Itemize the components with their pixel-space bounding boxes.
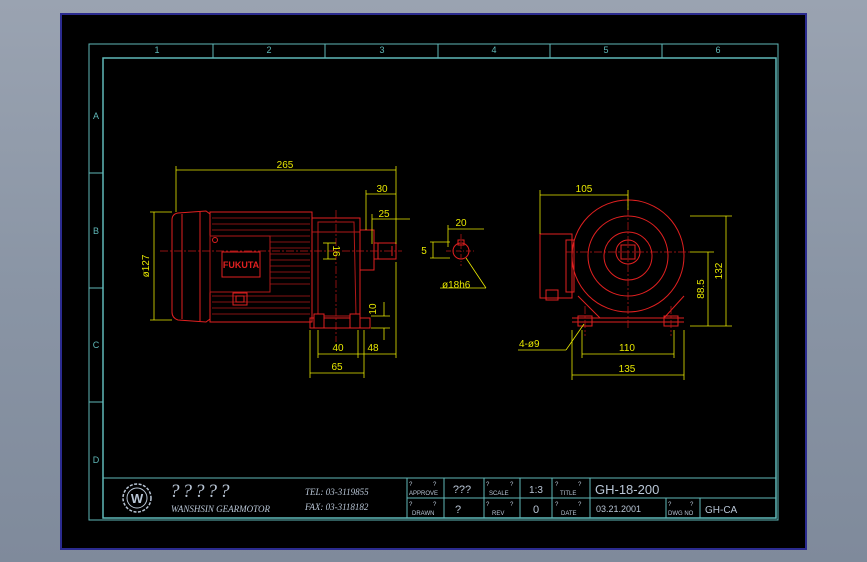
logo-letter: W <box>131 491 144 506</box>
dim-holes: 4-ø9 <box>519 339 540 350</box>
date-label: DATE <box>561 511 577 517</box>
scale-label: SCALE <box>489 491 509 497</box>
grid-col-2: 2 <box>266 45 271 55</box>
grid-row-c: C <box>93 340 100 350</box>
company-fax: FAX: 03-3118182 <box>304 502 369 512</box>
dwg-value: GH-CA <box>705 505 738 516</box>
rev-label: REV <box>492 511 504 517</box>
company-tel: TEL: 03-3119855 <box>305 487 369 497</box>
dim-10: 10 <box>368 303 379 315</box>
brand-label: FUKUTA <box>223 260 260 270</box>
approve-label: APPROVE <box>409 491 438 497</box>
dim-265: 265 <box>277 160 294 171</box>
date-value: 03.21.2001 <box>596 504 641 514</box>
dim-105: 105 <box>576 184 593 195</box>
dim-5: 5 <box>421 246 427 257</box>
dim-20: 20 <box>455 218 467 229</box>
scale-value: 1:3 <box>529 485 543 496</box>
grid-row-a: A <box>93 111 99 121</box>
dwg-label: DWG NO <box>668 511 694 517</box>
dim-110: 110 <box>619 343 635 354</box>
dim-16: 16 <box>330 245 341 257</box>
dim-dia-18h6: ø18h6 <box>442 280 471 291</box>
rev-value: 0 <box>533 504 539 516</box>
dim-65: 65 <box>331 362 343 373</box>
dim-132: 132 <box>714 262 725 279</box>
dim-40: 40 <box>332 343 344 354</box>
dim-48: 48 <box>367 343 379 354</box>
grid-col-1: 1 <box>154 45 159 55</box>
grid-col-4: 4 <box>491 45 496 55</box>
grid-col-5: 5 <box>603 45 608 55</box>
dim-dia-127: ø127 <box>141 254 152 277</box>
dim-25: 25 <box>378 209 390 220</box>
drawing-viewport: 1 2 3 4 5 6 A B C D FUKUTA 265 30 25 ø12… <box>60 13 807 550</box>
grid-col-3: 3 <box>379 45 384 55</box>
dim-135: 135 <box>619 364 636 375</box>
dim-30: 30 <box>376 184 388 195</box>
drawn-label: DRAWN <box>412 511 434 517</box>
company-name: WANSHSIN GEARMOTOR <box>171 504 270 514</box>
title-value: GH-18-200 <box>595 482 659 497</box>
drawn-value: ? <box>455 504 461 516</box>
drawing-sheet <box>60 13 807 550</box>
grid-row-b: B <box>93 226 99 236</box>
title-label: TITLE <box>560 491 576 497</box>
grid-row-d: D <box>93 455 100 465</box>
approve-value: ??? <box>453 484 471 496</box>
dim-88-5: 88.5 <box>696 279 707 299</box>
company-name-cjk: ????? <box>170 481 233 502</box>
grid-col-6: 6 <box>715 45 720 55</box>
